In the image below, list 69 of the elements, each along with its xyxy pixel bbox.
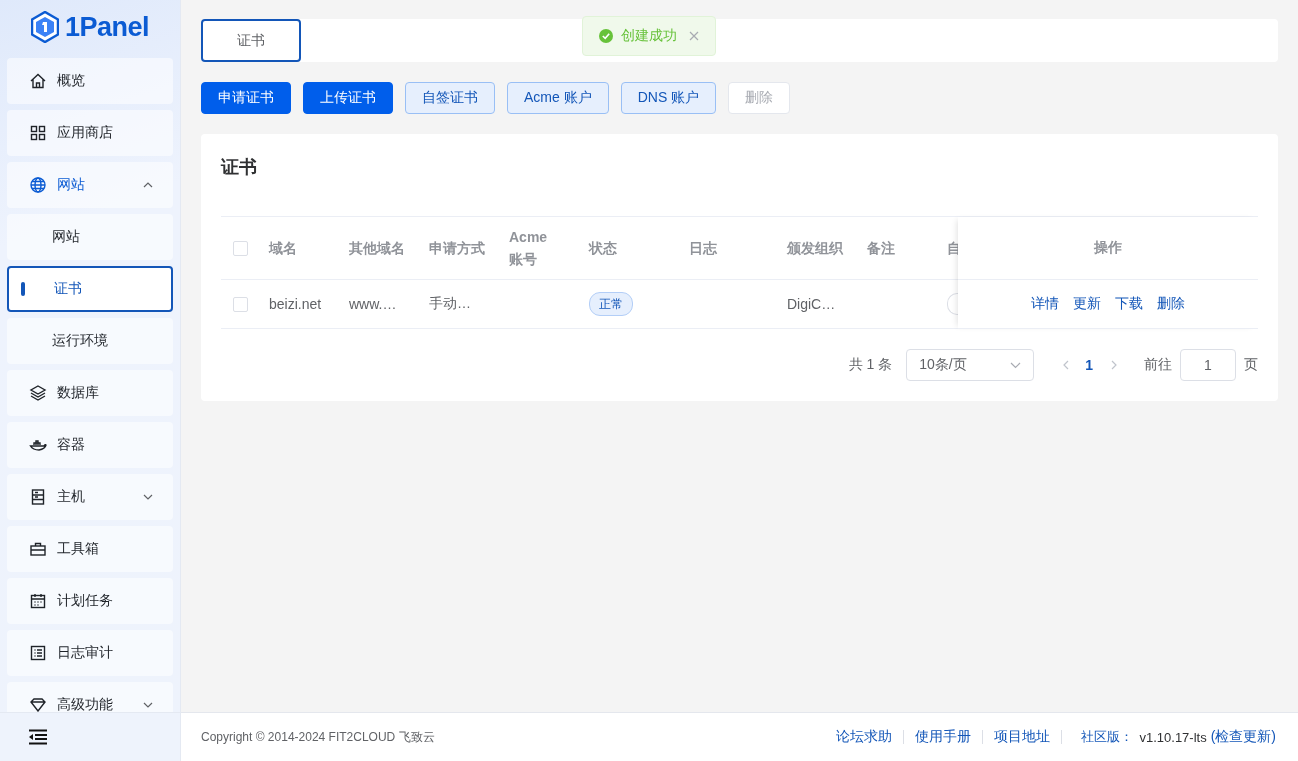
card-title: 证书 xyxy=(221,156,258,179)
menu-icon[interactable] xyxy=(28,729,48,745)
column-header: 日志 xyxy=(689,239,717,258)
menu-item[interactable]: 容器 xyxy=(7,422,173,468)
menu-item[interactable]: 数据库 xyxy=(7,370,173,416)
goto-label: 前往 xyxy=(1144,356,1172,374)
footer-link[interactable]: 项目地址 xyxy=(994,728,1051,746)
globe-icon xyxy=(29,176,47,194)
submenu-item[interactable]: 运行环境 xyxy=(7,318,173,364)
action-link[interactable]: 更新 xyxy=(1073,295,1101,313)
tab[interactable]: 证书 xyxy=(201,19,301,62)
calendar-icon xyxy=(29,592,47,610)
menu-item[interactable]: 计划任务 xyxy=(7,578,173,624)
menu-item[interactable]: 工具箱 xyxy=(7,526,173,572)
page-input[interactable]: 1 xyxy=(1180,349,1236,381)
checkbox[interactable] xyxy=(233,296,248,312)
toolbar-button[interactable]: 上传证书 xyxy=(303,82,393,114)
edition-label: 社区版： xyxy=(1081,728,1134,746)
column-header: 状态 xyxy=(589,239,617,258)
check-update-link[interactable]: (检查更新) xyxy=(1210,728,1276,746)
toolbar-button[interactable]: 自签证书 xyxy=(405,82,495,114)
toolbar-button[interactable]: 申请证书 xyxy=(201,82,291,114)
table-cell: www.… xyxy=(349,296,397,312)
column-header: 域名 xyxy=(269,239,297,258)
column-header: 操作 xyxy=(1094,239,1122,257)
menu-item[interactable]: 主机 xyxy=(7,474,173,520)
submenu-item[interactable]: 证书 xyxy=(7,266,173,312)
grid-icon xyxy=(29,124,47,142)
table-cell: beizi.net xyxy=(269,296,322,312)
submenu-item[interactable]: 网站 xyxy=(7,214,173,260)
toolbox-icon xyxy=(29,540,47,558)
column-header: Acme 账号 xyxy=(509,228,549,269)
checkbox[interactable] xyxy=(233,240,248,256)
column-header: 颁发组织 xyxy=(787,239,843,258)
menu-item[interactable]: 日志审计 xyxy=(7,630,173,676)
home-icon xyxy=(29,72,47,90)
logo-icon xyxy=(30,11,59,43)
copyright-text: Copyright © 2014-2024 FIT2CLOUD 飞致云 xyxy=(201,728,435,746)
action-link[interactable]: 删除 xyxy=(1157,295,1185,313)
logo-text: 1Panel xyxy=(64,11,150,43)
menu-item[interactable]: 网站 xyxy=(7,162,173,208)
check-circle-icon xyxy=(599,29,613,43)
server-icon xyxy=(29,488,47,506)
page-number[interactable]: 1 xyxy=(1085,357,1093,373)
next-page-icon[interactable] xyxy=(1111,360,1118,370)
toolbar-button[interactable]: DNS 账户 xyxy=(620,82,717,114)
menu-item[interactable]: 应用商店 xyxy=(7,110,173,156)
toolbar-button[interactable]: Acme 账户 xyxy=(507,82,609,114)
footer-link[interactable]: 论坛求助 xyxy=(836,728,893,746)
column-header: 备注 xyxy=(867,239,895,258)
table-cell: 手动… xyxy=(429,295,471,313)
close-icon[interactable] xyxy=(689,31,699,41)
page-suffix: 页 xyxy=(1244,356,1258,374)
version-text: v1.10.17-lts xyxy=(1139,729,1207,745)
column-header: 其他域名 xyxy=(349,239,405,258)
layers-icon xyxy=(29,384,47,402)
list-icon xyxy=(29,644,47,662)
column-header: 申请方式 xyxy=(429,239,485,258)
action-link[interactable]: 下载 xyxy=(1115,295,1143,313)
previous-page-icon[interactable] xyxy=(1062,360,1070,370)
status-tag: 正常 xyxy=(589,292,633,316)
caret-icon xyxy=(1010,361,1022,369)
page-size-select[interactable]: 10条/页 xyxy=(906,349,1035,381)
total-count: 共 1 条 xyxy=(848,356,893,374)
footer-link[interactable]: 使用手册 xyxy=(915,728,972,746)
toast-message: 创建成功 xyxy=(621,27,678,45)
menu-item[interactable]: 概览 xyxy=(7,58,173,104)
table-cell: DigiC… xyxy=(787,296,836,312)
action-link[interactable]: 详情 xyxy=(1031,295,1059,313)
